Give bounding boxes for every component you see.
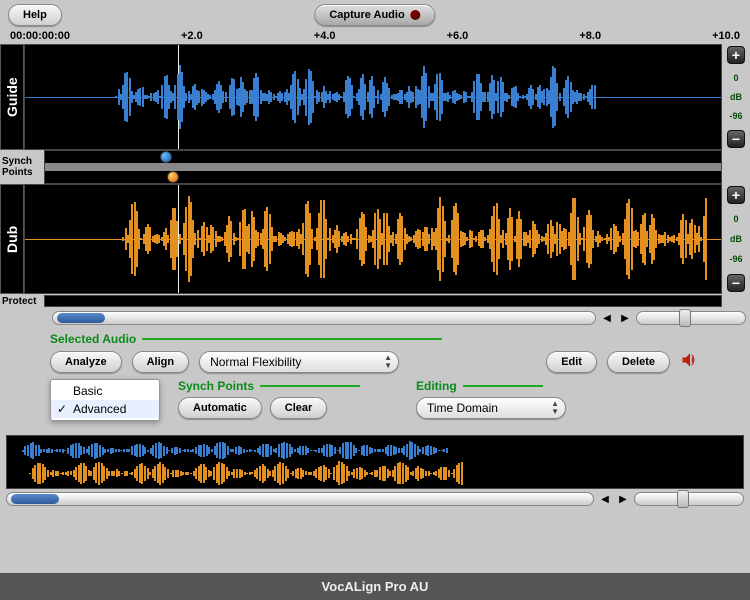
analyze-button[interactable]: Analyze (50, 351, 122, 373)
scroll-right-button[interactable]: ▶ (616, 492, 630, 506)
zoom-handle[interactable] (679, 309, 691, 327)
settings-dropdown[interactable]: Basic Advanced (50, 379, 160, 421)
divider-line (260, 385, 360, 387)
settings-option-basic[interactable]: Basic (51, 382, 159, 400)
app-title: VocALign Pro AU (322, 579, 429, 594)
top-toolbar: Help Capture Audio (0, 0, 750, 30)
overview-zoom-slider[interactable] (634, 492, 744, 506)
scroll-left-button[interactable]: ◀ (598, 492, 612, 506)
horizontal-scrollbar[interactable] (52, 311, 596, 325)
scroll-right-button[interactable]: ▶ (618, 311, 632, 325)
db-unit: dB (730, 92, 742, 102)
speaker-icon[interactable] (680, 350, 700, 373)
delete-button[interactable]: Delete (607, 351, 670, 373)
guide-waveform[interactable] (24, 44, 722, 150)
synch-points-lane[interactable] (44, 150, 722, 184)
timeline-ruler: 00:00:00:00 +2.0 +4.0 +6.0 +8.0 +10.0 (0, 30, 750, 44)
chevron-updown-icon: ▲▼ (551, 400, 559, 416)
db-bottom: -96 (729, 254, 742, 264)
dub-zoom-out-button[interactable]: − (727, 274, 745, 292)
scroll-thumb[interactable] (11, 494, 59, 504)
overview-scrollbar[interactable] (6, 492, 594, 506)
db-top: 0 (733, 214, 738, 224)
synch-marker-dub[interactable] (167, 171, 179, 183)
main-scrollbar-row: ◀ ▶ (0, 308, 750, 328)
capture-audio-label: Capture Audio (329, 9, 404, 21)
protect-lane[interactable] (44, 295, 722, 307)
align-button[interactable]: Align (132, 351, 190, 373)
editing-mode-select[interactable]: Time Domain ▲▼ (416, 397, 566, 419)
timeline-tick: +8.0 (579, 30, 601, 42)
synch-marker-guide[interactable] (160, 151, 172, 163)
dub-waveform[interactable] (24, 184, 722, 294)
automatic-button[interactable]: Automatic (178, 397, 262, 419)
flexibility-select[interactable]: Normal Flexibility ▲▼ (199, 351, 399, 373)
capture-audio-button[interactable]: Capture Audio (314, 4, 435, 26)
scroll-thumb[interactable] (57, 313, 105, 323)
timeline-tick: +4.0 (314, 30, 336, 42)
dub-track-label: Dub (0, 184, 24, 294)
guide-db-scale: + 0 dB -96 − (722, 44, 750, 150)
clear-button[interactable]: Clear (270, 397, 328, 419)
record-icon (411, 10, 421, 20)
flexibility-value: Normal Flexibility (210, 355, 301, 369)
guide-track-label: Guide (0, 44, 24, 150)
guide-zoom-out-button[interactable]: − (727, 130, 745, 148)
synch-points-label: Synch Points (0, 150, 44, 184)
help-button[interactable]: Help (8, 4, 62, 26)
editing-mode-value: Time Domain (427, 401, 498, 415)
timeline-tick: +2.0 (181, 30, 203, 42)
db-unit: dB (730, 234, 742, 244)
scroll-left-button[interactable]: ◀ (600, 311, 614, 325)
divider-line (142, 338, 442, 340)
settings-option-advanced[interactable]: Advanced (51, 400, 159, 418)
divider-line (463, 385, 543, 387)
selected-audio-heading: Selected Audio (50, 332, 136, 346)
synch-points-heading: Synch Points (178, 379, 254, 393)
dub-db-scale: + 0 dB -96 − (722, 184, 750, 294)
watermark-text: Sweetwater (305, 516, 444, 548)
zoom-slider[interactable] (636, 311, 746, 325)
zoom-handle[interactable] (677, 490, 689, 508)
editing-heading: Editing (416, 379, 457, 393)
timeline-tick: +10.0 (712, 30, 740, 42)
overview-panel: ◀ ▶ (6, 435, 744, 509)
controls-panel: Selected Audio Analyze Align Normal Flex… (0, 328, 750, 431)
footer-bar: VocALign Pro AU (0, 573, 750, 600)
dub-zoom-in-button[interactable]: + (727, 186, 745, 204)
db-bottom: -96 (729, 111, 742, 121)
protect-label: Protect (0, 296, 44, 307)
timeline-start: 00:00:00:00 (10, 30, 70, 42)
overview-waveform[interactable] (6, 435, 744, 489)
timeline-tick: +6.0 (447, 30, 469, 42)
chevron-updown-icon: ▲▼ (384, 354, 392, 370)
edit-button[interactable]: Edit (546, 351, 597, 373)
db-top: 0 (733, 73, 738, 83)
guide-zoom-in-button[interactable]: + (727, 46, 745, 64)
